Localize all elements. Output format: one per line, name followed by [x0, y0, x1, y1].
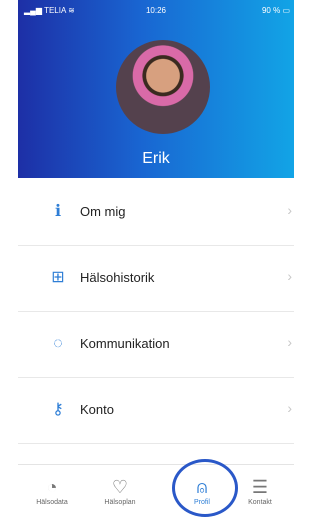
tab-profil[interactable]: ⍝ Profil: [172, 477, 232, 506]
menu-item-halsohistorik[interactable]: ⊞ Hälsohistorik ›: [18, 246, 294, 312]
battery-label: 90 % ▭: [261, 6, 290, 15]
menu-item-kommunikation[interactable]: ◌ Kommunikation ›: [18, 312, 294, 378]
person-icon: ⍝: [196, 477, 208, 497]
tab-label: Kontakt: [248, 499, 272, 506]
heart-icon: ♡: [111, 477, 129, 497]
profile-header: ▂▄▆ TELIA ≋ 10:26 90 % ▭ Erik: [18, 0, 294, 178]
tab-halsodata[interactable]: ◔ Hälsodata: [22, 477, 82, 506]
status-bar: ▂▄▆ TELIA ≋ 10:26 90 % ▭: [18, 6, 294, 20]
tab-label: Profil: [194, 499, 210, 506]
chevron-right-icon: ›: [287, 400, 292, 416]
info-icon: ℹ: [54, 203, 62, 220]
chevron-right-icon: ›: [287, 202, 292, 218]
menu-item-label: Om mig: [80, 204, 126, 219]
battery-icon: ▭: [282, 6, 290, 15]
menu-item-label: Hälsohistorik: [80, 270, 155, 285]
medical-kit-icon: ⊞: [51, 269, 65, 286]
profile-menu: ℹ Om mig › ⊞ Hälsohistorik › ◌ Kommunika…: [18, 180, 294, 444]
key-icon: ⚷: [52, 401, 64, 418]
phone-screen: ▂▄▆ TELIA ≋ 10:26 90 % ▭ Erik ℹ Om mig ›…: [18, 0, 294, 523]
menu-item-label: Kommunikation: [80, 336, 170, 351]
tab-halsoplan[interactable]: ♡ Hälsoplan: [90, 477, 150, 506]
chevron-right-icon: ›: [287, 334, 292, 350]
menu-item-konto[interactable]: ⚷ Konto ›: [18, 378, 294, 444]
chat-bubble-icon: ◌: [53, 335, 63, 352]
chevron-right-icon: ›: [287, 268, 292, 284]
menu-item-label: Konto: [80, 402, 114, 417]
gauge-icon: ◔: [46, 477, 58, 497]
tab-label: Hälsodata: [36, 499, 68, 506]
message-icon: ☰: [251, 477, 269, 497]
tab-kontakt[interactable]: ☰ Kontakt: [230, 477, 290, 506]
profile-name: Erik: [142, 150, 170, 167]
avatar[interactable]: [116, 40, 210, 134]
menu-item-om-mig[interactable]: ℹ Om mig ›: [18, 180, 294, 246]
tab-bar: ◔ Hälsodata ♡ Hälsoplan ⍝ Profil ☰ Konta…: [18, 459, 294, 523]
tab-label: Hälsoplan: [104, 499, 136, 506]
status-time: 10:26: [145, 6, 167, 15]
